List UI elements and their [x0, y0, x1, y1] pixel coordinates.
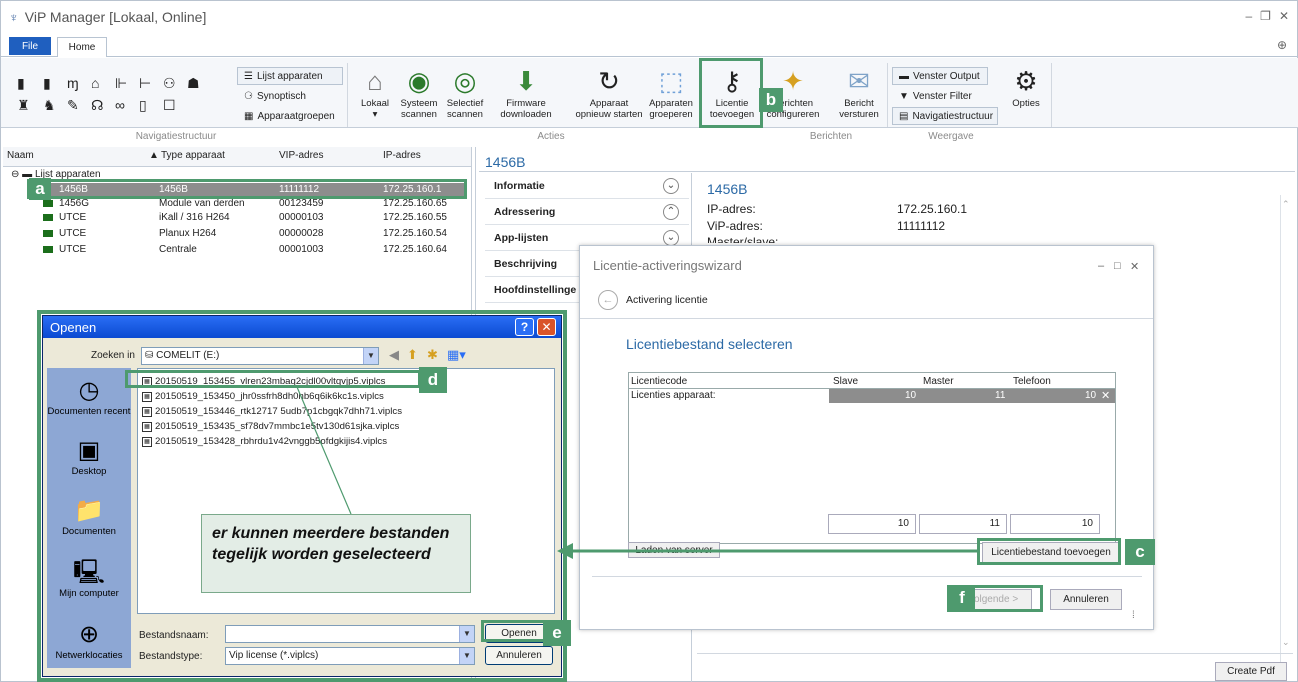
app-window: ♆ ViP Manager [Lokaal, Online] – ❐ ✕ Fil…	[0, 0, 1298, 682]
annotation-lines	[296, 386, 977, 559]
arrow-head-icon	[557, 543, 573, 559]
callout-note: er kunnen meerdere bestanden tegelijk wo…	[201, 514, 471, 593]
callout-leader-line	[296, 386, 352, 515]
